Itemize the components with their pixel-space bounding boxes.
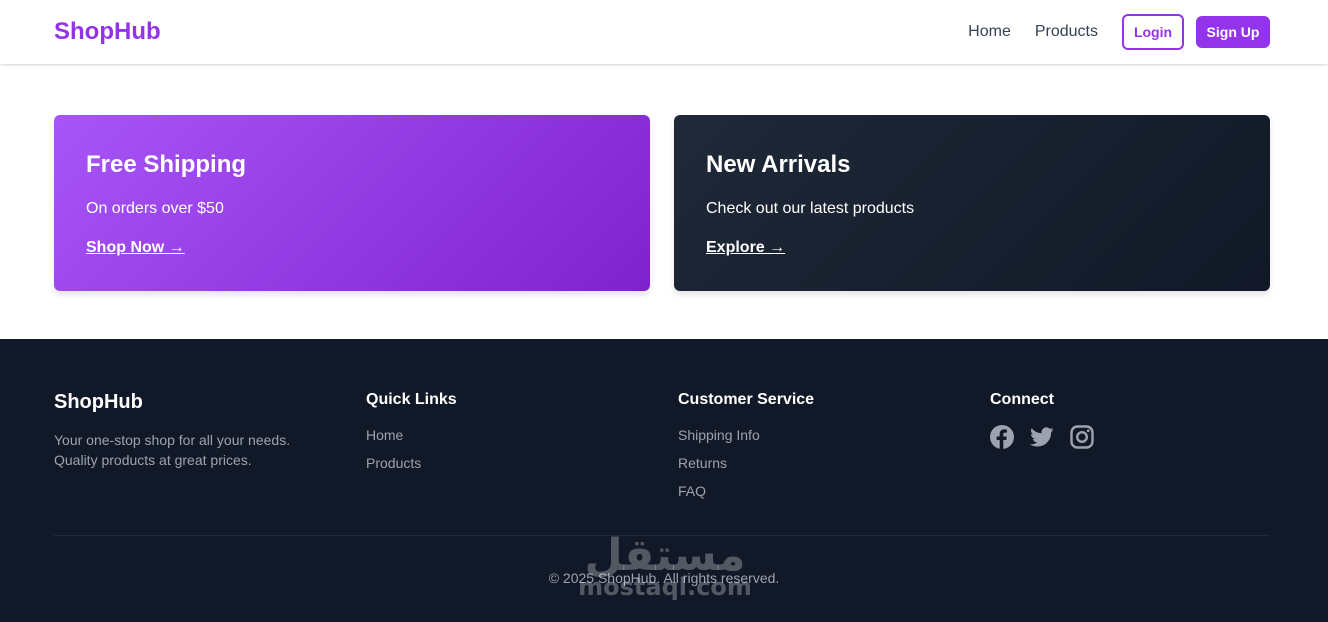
footer-heading: Quick Links bbox=[366, 391, 457, 408]
promo-text: On orders over $50 bbox=[86, 200, 224, 217]
instagram-icon[interactable] bbox=[1070, 425, 1094, 449]
nav-link-home[interactable]: Home bbox=[968, 14, 1011, 50]
footer-about: ShopHub Your one-stop shop for all your … bbox=[54, 391, 304, 470]
brand-logo[interactable]: ShopHub bbox=[54, 18, 161, 46]
customer-service-list: Shipping Info Returns FAQ bbox=[678, 425, 814, 501]
nav-links: Home Products Login Sign Up bbox=[968, 14, 1270, 50]
explore-link[interactable]: Explore → bbox=[706, 239, 785, 257]
footer-link-shipping-info[interactable]: Shipping Info bbox=[678, 425, 814, 445]
copyright-text: © 2025 ShopHub. All rights reserved. bbox=[548, 570, 780, 586]
navbar: ShopHub Home Products Login Sign Up bbox=[0, 0, 1328, 64]
promo-title: Free Shipping bbox=[86, 151, 247, 178]
footer: ShopHub Your one-stop shop for all your … bbox=[0, 339, 1328, 622]
footer-link-home[interactable]: Home bbox=[366, 425, 457, 445]
footer-link-products[interactable]: Products bbox=[366, 453, 457, 473]
promo-card-new-arrivals: New Arrivals Check out our latest produc… bbox=[674, 115, 1270, 291]
footer-quick-links: Quick Links Home Products bbox=[366, 391, 457, 481]
nav-link-products[interactable]: Products bbox=[1035, 14, 1098, 50]
footer-connect: Connect bbox=[990, 391, 1110, 449]
quick-links-list: Home Products bbox=[366, 425, 457, 473]
footer-brand: ShopHub bbox=[54, 391, 143, 413]
footer-divider bbox=[54, 535, 1270, 536]
footer-customer-service: Customer Service Shipping Info Returns F… bbox=[678, 391, 814, 509]
footer-link-returns[interactable]: Returns bbox=[678, 453, 814, 473]
promo-text: Check out our latest products bbox=[706, 200, 915, 217]
promo-card-free-shipping: Free Shipping On orders over $50 Shop No… bbox=[54, 115, 650, 291]
login-button[interactable]: Login bbox=[1122, 14, 1184, 50]
shop-now-link[interactable]: Shop Now → bbox=[86, 239, 185, 257]
footer-description: Your one-stop shop for all your needs. Q… bbox=[54, 432, 291, 468]
footer-link-faq[interactable]: FAQ bbox=[678, 481, 814, 501]
signup-button[interactable]: Sign Up bbox=[1196, 16, 1270, 48]
footer-heading: Customer Service bbox=[678, 391, 815, 408]
twitter-icon[interactable] bbox=[1030, 425, 1054, 449]
footer-heading: Connect bbox=[990, 391, 1054, 408]
social-icons bbox=[990, 425, 1110, 449]
facebook-icon[interactable] bbox=[990, 425, 1014, 449]
promo-title: New Arrivals bbox=[706, 151, 851, 178]
